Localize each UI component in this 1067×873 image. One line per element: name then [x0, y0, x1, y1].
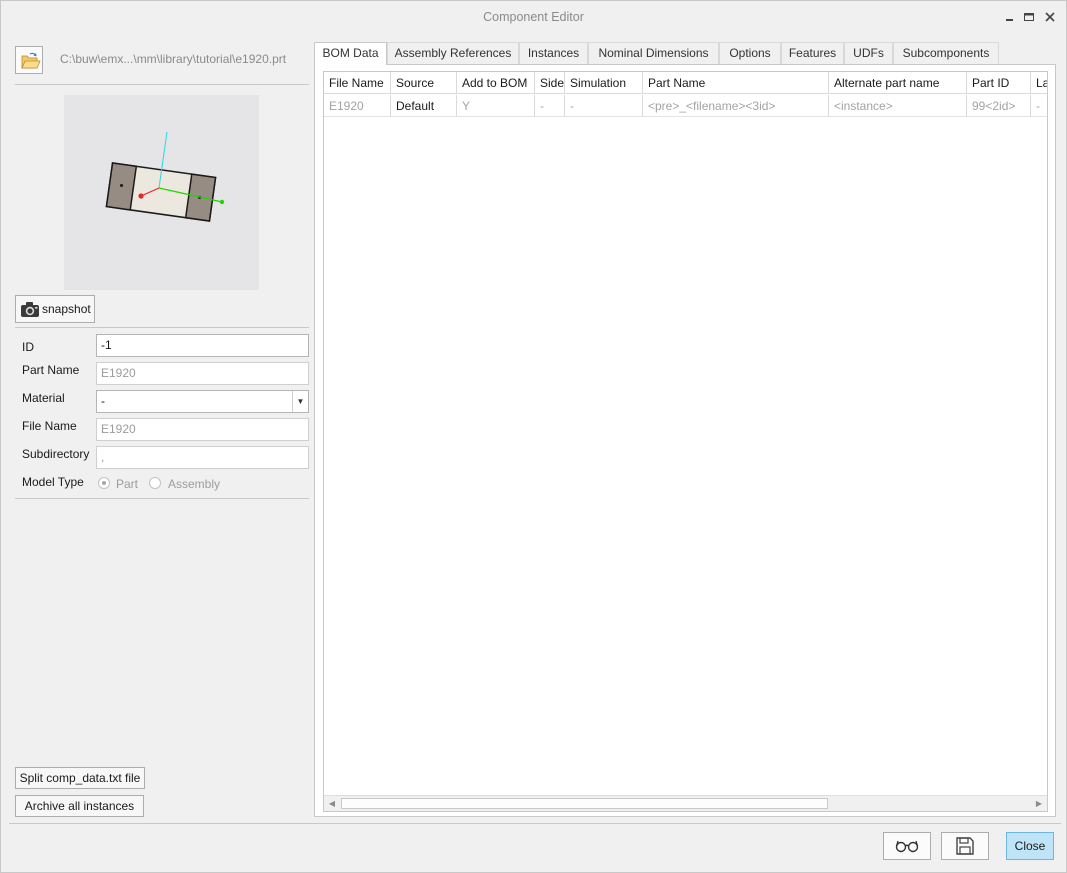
radio-assembly-label: Assembly — [168, 477, 221, 491]
part-name-field: E1920 — [96, 362, 309, 385]
table-cell[interactable]: - — [1031, 95, 1047, 117]
save-button[interactable] — [941, 832, 989, 860]
table-cell[interactable]: - — [535, 95, 565, 117]
horizontal-scrollbar[interactable]: ◀ ▶ — [324, 795, 1047, 811]
column-header[interactable]: Alternate part name — [829, 72, 967, 94]
tab-instances[interactable]: Instances — [519, 42, 588, 64]
tab-nominal-dimensions[interactable]: Nominal Dimensions — [588, 42, 719, 64]
table-cell[interactable]: <pre>_<filename><3id> — [643, 95, 829, 117]
snapshot-label: snapshot — [42, 302, 91, 316]
tab-subcomponents[interactable]: Subcomponents — [893, 42, 999, 64]
tab-udfs[interactable]: UDFs — [844, 42, 893, 64]
file-name-field: E1920 — [96, 418, 309, 441]
column-header[interactable]: Simulation — [565, 72, 643, 94]
preview-button[interactable] — [883, 832, 931, 860]
column-header[interactable]: Side — [535, 72, 565, 94]
archive-all-instances-button[interactable]: Archive all instances — [15, 795, 144, 817]
divider — [15, 498, 309, 499]
tab-bom-data[interactable]: BOM Data — [314, 42, 387, 65]
table-cell[interactable]: E1920 — [324, 95, 391, 117]
floppy-disk-icon — [956, 837, 974, 855]
column-header[interactable]: Add to BOM — [457, 72, 535, 94]
bom-data-panel: File Name Source Add to BOM Side Simulat… — [314, 64, 1056, 817]
file-path: C:\buw\emx...\mm\library\tutorial\e1920.… — [60, 52, 287, 66]
divider — [9, 823, 1061, 824]
subdirectory-field[interactable]: , — [96, 446, 309, 469]
title-bar: Component Editor — [1, 1, 1066, 33]
table-cell[interactable]: <instance> — [829, 95, 967, 117]
window-title: Component Editor — [483, 10, 584, 24]
snapshot-button[interactable]: snapshot — [15, 295, 95, 323]
file-name-label: File Name — [22, 419, 77, 433]
table-row[interactable]: E1920 Default Y - - <pre>_<filename><3id… — [324, 95, 1047, 117]
scroll-left-icon[interactable]: ◀ — [324, 796, 340, 811]
camera-icon — [21, 302, 39, 317]
tab-options[interactable]: Options — [719, 42, 781, 64]
minimize-icon[interactable] — [1002, 9, 1018, 25]
glasses-icon — [895, 840, 919, 853]
radio-part-label: Part — [116, 477, 139, 491]
divider — [15, 327, 309, 328]
part-name-label: Part Name — [22, 363, 80, 377]
component-editor-window: Component Editor C:\buw\emx...\mm\librar… — [0, 0, 1067, 873]
column-header[interactable]: Part ID — [967, 72, 1031, 94]
part-preview — [64, 95, 259, 290]
column-header[interactable]: Source — [391, 72, 457, 94]
subdirectory-label: Subdirectory — [22, 447, 90, 461]
column-header[interactable]: Part Name — [643, 72, 829, 94]
table-cell[interactable]: Y — [457, 95, 535, 117]
folder-open-icon — [21, 52, 41, 69]
divider — [15, 84, 309, 85]
column-header[interactable]: La — [1031, 72, 1047, 94]
part-3d-view — [105, 131, 225, 222]
tab-features[interactable]: Features — [781, 42, 844, 64]
material-value: - — [101, 394, 105, 408]
table-cell[interactable]: 99<2id> — [967, 95, 1031, 117]
table-cell[interactable]: - — [565, 95, 643, 117]
radio-assembly[interactable] — [149, 477, 161, 489]
radio-part[interactable] — [98, 477, 110, 489]
material-label: Material — [22, 391, 65, 405]
material-select[interactable]: - ▼ — [96, 390, 309, 413]
column-header[interactable]: File Name — [324, 72, 391, 94]
split-comp-data-button[interactable]: Split comp_data.txt file — [15, 767, 145, 789]
bom-table: File Name Source Add to BOM Side Simulat… — [323, 71, 1048, 812]
id-label: ID — [22, 340, 34, 354]
id-field[interactable]: -1 — [96, 334, 309, 357]
close-button[interactable]: Close — [1006, 832, 1054, 860]
tab-assembly-references[interactable]: Assembly References — [387, 42, 519, 64]
open-folder-button[interactable] — [15, 46, 43, 74]
maximize-icon[interactable] — [1021, 9, 1037, 25]
model-type-label: Model Type — [22, 475, 84, 489]
scrollbar-thumb[interactable] — [341, 798, 828, 809]
scroll-right-icon[interactable]: ▶ — [1031, 796, 1047, 811]
chevron-down-icon[interactable]: ▼ — [292, 391, 308, 412]
table-header: File Name Source Add to BOM Side Simulat… — [324, 72, 1047, 95]
close-icon[interactable] — [1042, 9, 1058, 25]
table-cell[interactable]: Default — [391, 95, 457, 117]
